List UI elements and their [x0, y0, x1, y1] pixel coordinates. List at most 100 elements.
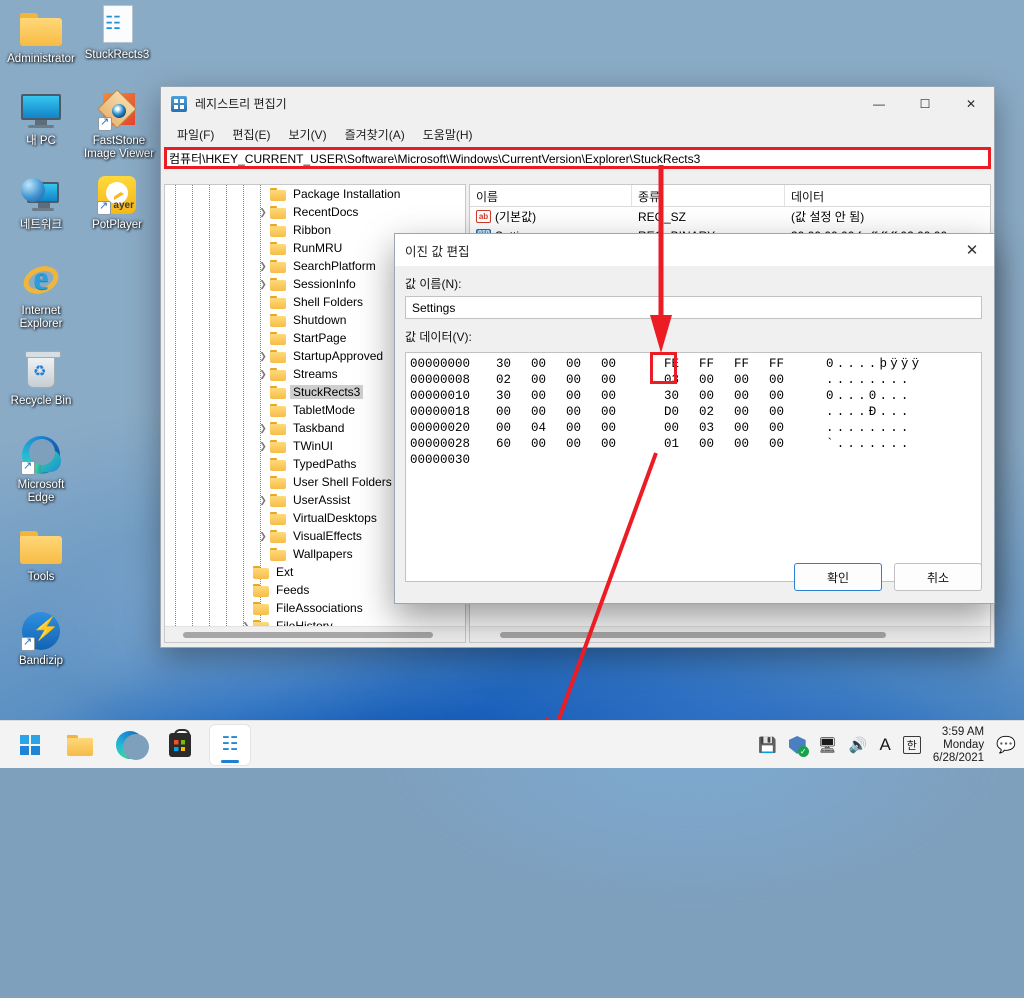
tree-horizontal-scrollbar[interactable]: [165, 626, 465, 642]
hex-byte[interactable]: 00: [769, 404, 804, 420]
desktop-icon-administrator[interactable]: Administrator: [2, 6, 80, 66]
hex-row[interactable]: 00000018 00 00 00 00 D0 02 00 00 ....Ð...: [410, 404, 981, 420]
hex-byte[interactable]: 00: [566, 436, 601, 452]
windows-defender-icon[interactable]: [789, 736, 809, 757]
hex-byte[interactable]: 00: [531, 436, 566, 452]
safely-remove-hardware-icon[interactable]: 💾: [758, 736, 777, 754]
hex-byte[interactable]: 00: [601, 356, 636, 372]
language-icon[interactable]: A: [879, 735, 890, 755]
tree-item-package-installation[interactable]: Package Installation: [165, 185, 465, 203]
chevron-right-icon[interactable]: ❯: [256, 369, 270, 380]
desktop-icon-this-pc[interactable]: 내 PC: [2, 88, 80, 148]
address-bar[interactable]: 컴퓨터\HKEY_CURRENT_USER\Software\Microsoft…: [167, 150, 700, 167]
hex-byte[interactable]: 00: [699, 372, 734, 388]
menu-view[interactable]: 보기(V): [280, 123, 334, 146]
hex-byte[interactable]: 00: [601, 404, 636, 420]
hex-byte[interactable]: 00: [699, 388, 734, 404]
hex-byte[interactable]: 00: [496, 420, 531, 436]
hex-byte[interactable]: 00: [734, 436, 769, 452]
hex-byte[interactable]: 00: [531, 356, 566, 372]
hex-byte[interactable]: 30: [664, 388, 699, 404]
registry-editor-button[interactable]: ☷: [210, 725, 250, 765]
hex-byte[interactable]: 60: [496, 436, 531, 452]
desktop-icon-recycle-bin[interactable]: ♻ Recycle Bin: [2, 348, 80, 408]
hex-byte[interactable]: 30: [496, 388, 531, 404]
hex-byte[interactable]: 00: [601, 388, 636, 404]
hex-byte[interactable]: 00: [566, 420, 601, 436]
ok-button[interactable]: 확인: [794, 563, 882, 591]
hex-byte[interactable]: 00: [734, 372, 769, 388]
hex-byte[interactable]: 01: [664, 436, 699, 452]
hex-byte[interactable]: 00: [566, 404, 601, 420]
hex-byte[interactable]: 00: [496, 404, 531, 420]
values-horizontal-scrollbar[interactable]: [470, 626, 990, 642]
hex-byte[interactable]: 00: [566, 388, 601, 404]
close-button[interactable]: ✕: [948, 87, 994, 121]
hex-byte[interactable]: FF: [769, 356, 804, 372]
desktop-icon-network[interactable]: 네트워크: [2, 172, 80, 232]
table-row[interactable]: ab (기본값) REG_SZ (값 설정 안 됨): [470, 207, 990, 226]
hex-byte[interactable]: 00: [699, 436, 734, 452]
minimize-button[interactable]: —: [856, 87, 902, 121]
desktop-icon-faststone[interactable]: FastStone Image Viewer: [78, 88, 160, 161]
column-header-data[interactable]: 데이터: [785, 185, 990, 206]
tree-item-recentdocs[interactable]: ❯ RecentDocs: [165, 203, 465, 221]
start-button[interactable]: [10, 725, 50, 765]
hex-byte[interactable]: 00: [664, 420, 699, 436]
hex-byte[interactable]: 00: [601, 420, 636, 436]
hex-byte[interactable]: D0: [664, 404, 699, 420]
chevron-right-icon[interactable]: ❯: [256, 207, 270, 218]
desktop-icon-internet-explorer[interactable]: e Internet Explorer: [2, 258, 80, 331]
hex-row[interactable]: 00000000 30 00 00 00 FE FF FF FF 0....þÿÿÿ: [410, 356, 981, 372]
hex-byte[interactable]: 00: [531, 404, 566, 420]
chevron-right-icon[interactable]: ❯: [256, 351, 270, 362]
hex-byte[interactable]: 00: [566, 372, 601, 388]
file-explorer-button[interactable]: [60, 725, 100, 765]
menu-help[interactable]: 도움말(H): [415, 123, 481, 146]
hex-byte[interactable]: 00: [769, 436, 804, 452]
hex-byte[interactable]: 00: [734, 420, 769, 436]
notification-icon[interactable]: 💬: [996, 735, 1016, 755]
hex-byte[interactable]: 00: [566, 356, 601, 372]
hex-byte[interactable]: 00: [769, 420, 804, 436]
hex-row[interactable]: 00000008 02 00 00 00 03 00 00 00........: [410, 372, 981, 388]
hex-byte[interactable]: 00: [601, 372, 636, 388]
hex-byte[interactable]: 30: [496, 356, 531, 372]
chevron-right-icon[interactable]: ❯: [256, 441, 270, 452]
menu-file[interactable]: 파일(F): [169, 123, 222, 146]
hex-byte[interactable]: 00: [601, 436, 636, 452]
hex-byte[interactable]: 02: [699, 404, 734, 420]
hex-row[interactable]: 00000020 00 04 00 00 00 03 00 00........: [410, 420, 981, 436]
desktop-icon-microsoft-edge[interactable]: Microsoft Edge: [2, 432, 80, 505]
menu-edit[interactable]: 편집(E): [224, 123, 278, 146]
hex-byte[interactable]: 03: [664, 372, 699, 388]
hex-byte[interactable]: 02: [496, 372, 531, 388]
desktop-icon-stuckrects3[interactable]: ☷ StuckRects3: [78, 2, 156, 62]
hex-byte[interactable]: 00: [531, 372, 566, 388]
chevron-right-icon[interactable]: ❯: [256, 261, 270, 272]
hex-byte[interactable]: 04: [531, 420, 566, 436]
tree-item-filehistory[interactable]: ❯ FileHistory: [165, 617, 465, 626]
hex-row[interactable]: 00000030: [410, 452, 981, 468]
edge-button[interactable]: [110, 725, 150, 765]
column-header-name[interactable]: 이름: [470, 185, 632, 206]
hex-row[interactable]: 00000010 30 00 00 00 30 00 00 00 0...0...: [410, 388, 981, 404]
volume-icon[interactable]: 🔊: [849, 736, 868, 754]
hex-byte[interactable]: 03: [699, 420, 734, 436]
network-icon[interactable]: 🖥: [818, 736, 837, 754]
chevron-right-icon[interactable]: ❯: [256, 495, 270, 506]
chevron-right-icon[interactable]: ❯: [256, 423, 270, 434]
value-name-input[interactable]: Settings: [405, 296, 982, 319]
hex-byte[interactable]: FF: [734, 356, 769, 372]
hex-byte[interactable]: 00: [769, 388, 804, 404]
hex-editor[interactable]: 00000000 30 00 00 00 FE FF FF FF 0....þÿÿÿ 0000000…: [405, 352, 982, 582]
dialog-close-icon[interactable]: ✕: [950, 234, 994, 266]
desktop-icon-bandizip[interactable]: Bandizip: [2, 608, 80, 668]
chevron-right-icon[interactable]: ❯: [256, 531, 270, 542]
maximize-button[interactable]: ☐: [902, 87, 948, 121]
ime-mode-icon[interactable]: 한: [902, 736, 921, 754]
hex-byte[interactable]: 00: [769, 372, 804, 388]
desktop-icon-tools[interactable]: Tools: [2, 524, 80, 584]
chevron-right-icon[interactable]: ❯: [256, 279, 270, 290]
hex-byte[interactable]: FF: [699, 356, 734, 372]
